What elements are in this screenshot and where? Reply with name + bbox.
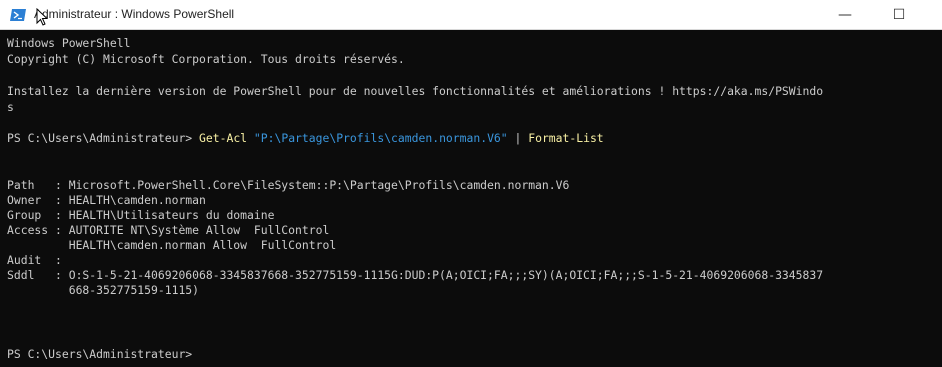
output-line: HEALTH\camden.norman Allow FullControl [7,238,337,252]
command-format-list: Format-List [528,131,604,145]
prompt: PS C:\Users\Administrateur> [7,131,200,145]
window-title: Administrateur : Windows PowerShell [34,7,235,21]
minimize-button[interactable]: — [822,0,868,30]
output-line: Owner : HEALTH\camden.norman [7,193,206,207]
console-prompt-line: PS C:\Users\Administrateur> [7,347,193,361]
console-copyright-line: Copyright (C) Microsoft Corporation. Tou… [7,52,405,66]
mouse-cursor-icon [36,8,48,26]
console-header-line: Windows PowerShell [7,36,131,50]
output-line: Audit : [7,253,62,267]
output-line: 668-352775159-1115) [7,283,200,297]
console-command-line: PS C:\Users\Administrateur> Get-Acl "P:\… [7,131,604,146]
console-output[interactable]: Windows PowerShell Copyright (C) Microso… [0,30,942,367]
command-argument: "P:\Partage\Profils\camden.norman.V6" [253,131,508,145]
title-bar[interactable]: Administrateur : Windows PowerShell — ☐ … [0,0,942,30]
maximize-button[interactable]: ☐ [876,0,922,30]
pipe-operator: | [507,131,529,145]
output-line: Sddl : O:S-1-5-21-4069206068-3345837668-… [7,268,824,282]
close-button[interactable]: ✕ [928,0,942,30]
output-line: Group : HEALTH\Utilisateurs du domaine [7,208,275,222]
output-line: Path : Microsoft.PowerShell.Core\FileSys… [7,178,570,192]
powershell-icon [10,9,26,21]
command-get-acl: Get-Acl [199,131,248,145]
console-install-line: Installez la dernière version de PowerSh… [7,84,824,98]
console-install-wrap: s [7,100,14,114]
output-line: Access : AUTORITE NT\Système Allow FullC… [7,223,330,237]
